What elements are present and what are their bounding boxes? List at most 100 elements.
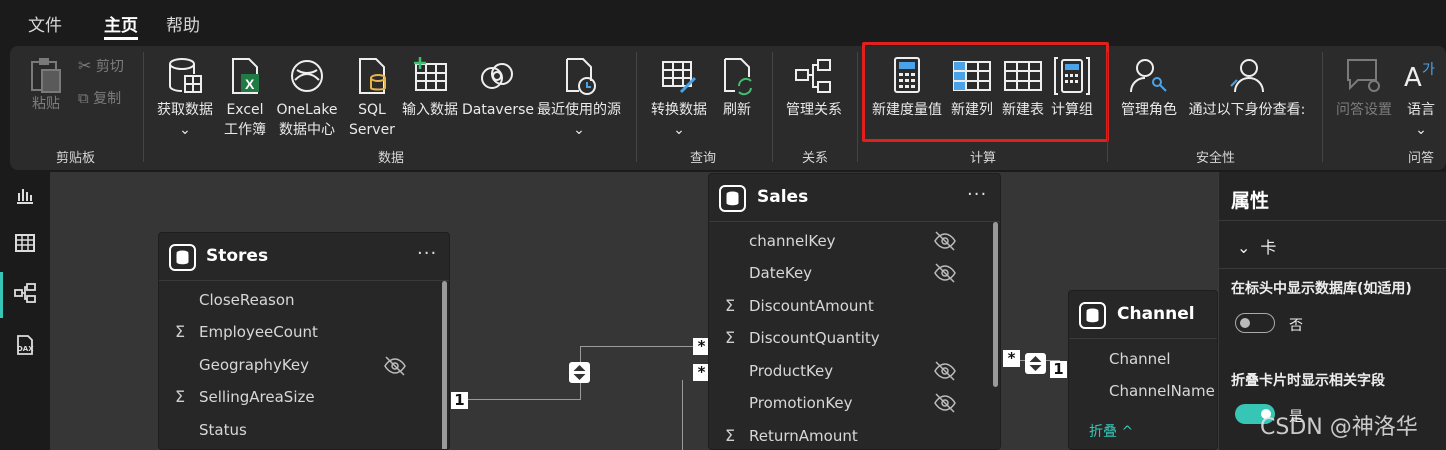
properties-title: 属性 [1231,190,1270,212]
copy-icon: ⧉ [78,89,89,107]
more-options-icon[interactable]: ··· [967,184,987,205]
paste-button[interactable]: 粘贴 [24,56,68,114]
model-view-icon[interactable] [14,282,36,304]
many-cardinality-marker: * [1003,350,1020,367]
one-cardinality-marker: 1 [451,392,468,409]
refresh-button[interactable]: 刷新 [716,56,758,120]
cross-filter-icon[interactable] [569,362,590,383]
menu-home[interactable]: 主页 [104,11,138,36]
field-item[interactable]: PromotionKey [749,394,853,412]
channel-table-card[interactable]: Channel Channel ChannelName 折叠 ^ [1068,290,1218,450]
card-section-header[interactable]: ⌄ 卡 [1237,234,1276,258]
enter-data-button[interactable]: 输入数据 [398,56,462,120]
database-icon [1079,302,1106,329]
relationship-line [580,346,693,347]
manage-relationships-button[interactable]: 管理关系 [780,56,848,120]
active-view-indicator [0,272,3,318]
menu-file[interactable]: 文件 [28,11,62,36]
cut-button[interactable]: ✂ 剪切 [78,56,138,77]
one-cardinality-marker: 1 [1050,361,1067,378]
show-database-toggle[interactable] [1235,313,1275,333]
table-title: Channel [1117,304,1195,324]
view-switcher: DAX [0,172,50,450]
field-item[interactable]: DateKey [749,264,812,282]
scrollbar[interactable] [993,222,998,387]
report-view-icon[interactable] [14,184,36,206]
hidden-eye-icon[interactable] [933,361,957,381]
field-item[interactable]: Channel [1109,350,1171,368]
sql-server-button[interactable]: SQL Server [348,56,396,140]
field-item[interactable]: DiscountQuantity [749,329,880,347]
stores-table-card[interactable]: Stores ··· CloseReason Σ EmployeeCount G… [158,232,450,450]
separator [636,52,637,162]
hidden-eye-icon[interactable] [933,263,957,283]
svg-text:DAX: DAX [17,345,34,353]
onelake-label-2: 数据中心 [279,122,335,138]
paste-icon [31,58,61,93]
divider [1219,220,1446,221]
field-item[interactable]: EmployeeCount [199,323,318,341]
field-item[interactable]: CloseReason [199,291,295,309]
paste-label: 粘贴 [32,96,60,112]
excel-label-2: 工作簿 [224,122,266,138]
dax-query-icon[interactable]: DAX [14,334,36,356]
manage-roles-button[interactable]: 管理角色 [1118,56,1180,120]
chevron-down-icon: ⌄ [1415,122,1427,138]
query-group-label: 查询 [690,151,717,166]
transform-data-button[interactable]: 转换数据 ⌄ [645,56,713,140]
scissors-icon: ✂ [78,56,92,75]
sum-icon: Σ [725,328,736,347]
field-item[interactable]: ChannelName [1109,382,1215,400]
security-group-label: 安全性 [1196,151,1236,166]
cross-filter-icon[interactable] [1025,353,1046,374]
recent-sources-label: 最近使用的源 [537,102,621,118]
scrollbar[interactable] [442,281,447,449]
sales-table-card[interactable]: Sales ··· channelKey DateKey Σ DiscountA… [708,173,1001,450]
database-icon [169,58,202,93]
language-button[interactable]: A가 语言 ⌄ [1402,56,1440,140]
copy-button[interactable]: ⧉ 复制 [78,88,138,109]
hidden-eye-icon[interactable] [383,356,407,376]
sum-icon: Σ [175,322,186,341]
table-view-icon[interactable] [14,232,36,254]
calculations-group-label: 计算 [970,151,997,166]
separator [143,52,144,162]
recent-sources-button[interactable]: 最近使用的源 ⌄ [532,56,626,140]
refresh-icon [724,58,752,96]
field-item[interactable]: DiscountAmount [749,297,874,315]
language-icon: A가 [1404,62,1435,93]
hidden-eye-icon[interactable] [933,231,957,251]
card-section-label: 卡 [1260,238,1277,257]
onelake-button[interactable]: OneLake 数据中心 [268,56,346,140]
dataverse-button[interactable]: Dataverse [462,56,534,120]
database-icon [719,185,746,212]
show-database-label: 在标头中显示数据库(如适用) [1231,281,1412,297]
field-item[interactable]: SellingAreaSize [199,388,315,406]
sql-label-2: Server [349,122,395,138]
field-item[interactable]: ReturnAmount [749,427,858,445]
cut-label: 剪切 [95,59,124,75]
field-item[interactable]: channelKey [749,232,836,250]
transform-data-icon [662,61,697,94]
table-title: Sales [757,187,809,207]
field-item[interactable]: ProductKey [749,362,833,380]
view-as-button[interactable]: 通过以下身份查看: [1182,56,1312,120]
hidden-eye-icon[interactable] [933,393,957,413]
chevron-down-icon: ⌄ [573,122,585,138]
recent-file-icon [566,58,596,95]
show-related-fields-label: 折叠卡片时显示相关字段 [1231,373,1385,389]
separator [1107,52,1108,162]
more-options-icon[interactable]: ··· [417,243,437,264]
get-data-button[interactable]: 获取数据 ⌄ [152,56,218,140]
menu-help[interactable]: 帮助 [166,11,200,36]
field-item[interactable]: GeographyKey [199,356,309,374]
manage-relationships-label: 管理关系 [786,102,842,118]
qa-setup-button[interactable]: 问答设置 [1330,56,1398,120]
user-icon [1230,59,1264,93]
sql-server-icon [359,58,386,94]
field-item[interactable]: Status [199,421,247,439]
collapse-link[interactable]: 折叠 ^ [1089,421,1133,441]
excel-button[interactable]: X Excel 工作簿 [222,56,268,140]
clipboard-group-label: 剪贴板 [56,151,96,166]
watermark: CSDN @神洛华 [1260,415,1418,440]
